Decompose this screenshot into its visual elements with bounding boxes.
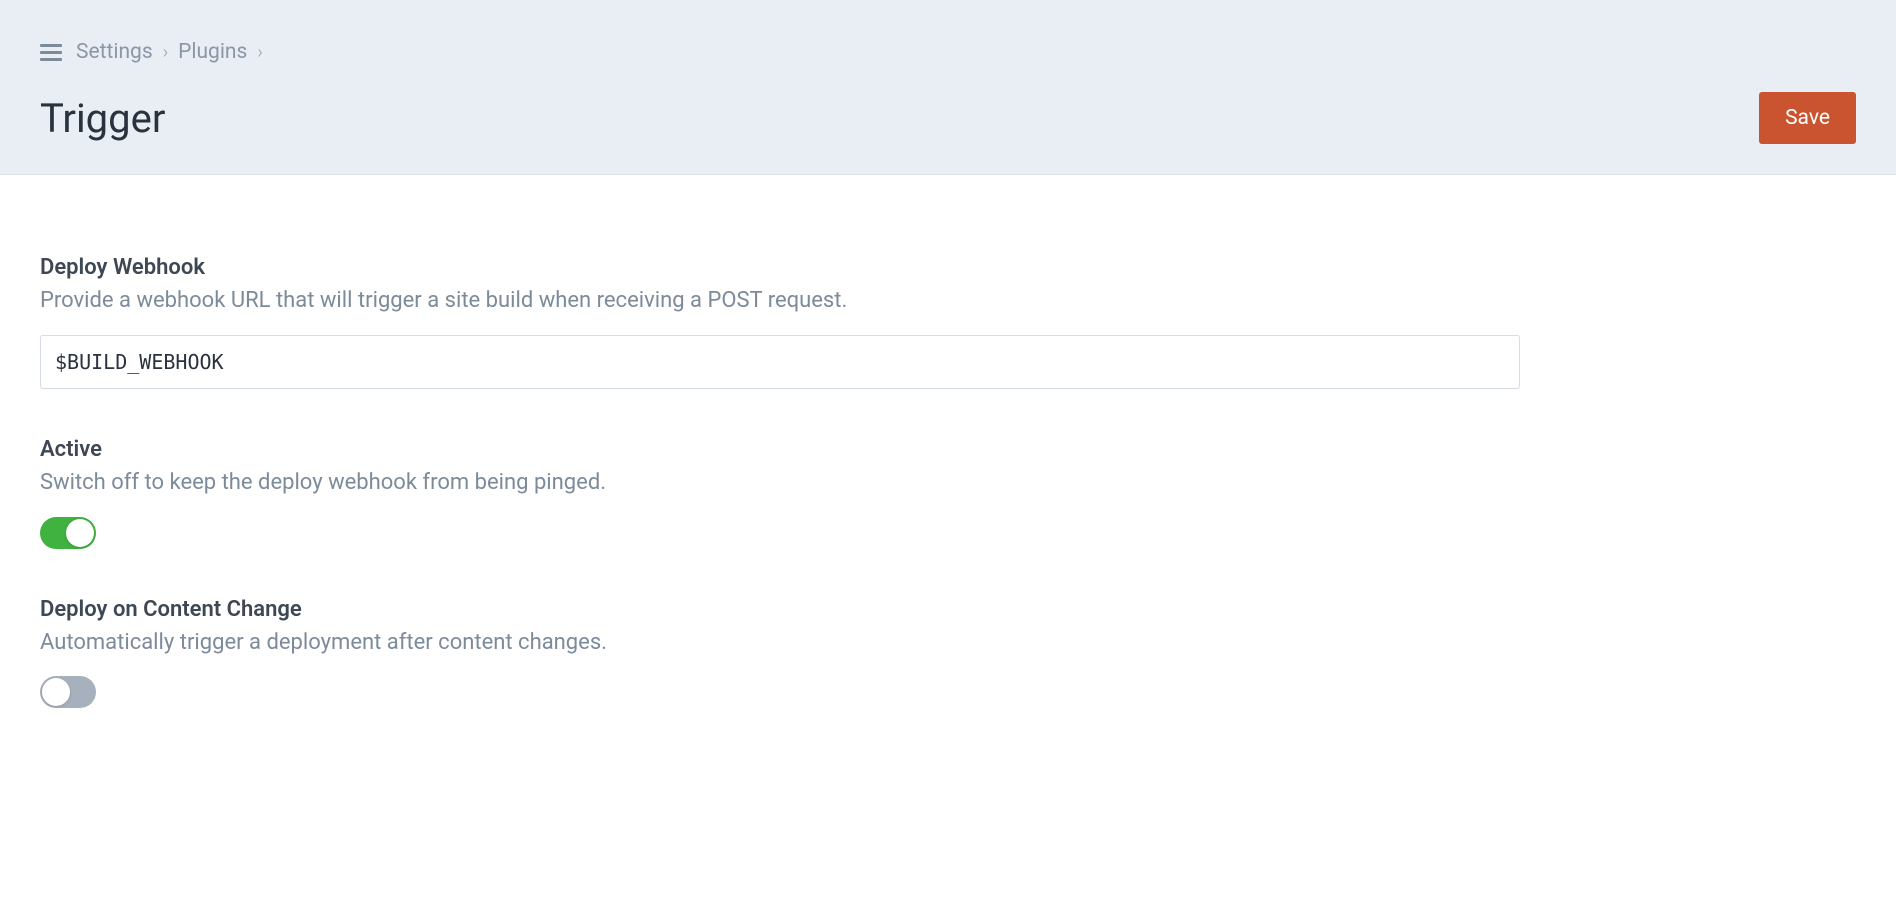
breadcrumb-row: Settings › Plugins › [40, 40, 1856, 64]
hamburger-menu-icon[interactable] [40, 42, 62, 63]
breadcrumb: Settings › Plugins › [76, 40, 263, 64]
breadcrumb-link-plugins[interactable]: Plugins [178, 40, 247, 64]
field-active: Active Switch off to keep the deploy web… [40, 437, 1520, 549]
field-description: Switch off to keep the deploy webhook fr… [40, 468, 1520, 499]
field-label: Active [40, 437, 1520, 462]
field-description: Provide a webhook URL that will trigger … [40, 286, 1520, 317]
deploy-webhook-input[interactable] [40, 335, 1520, 389]
field-description: Automatically trigger a deployment after… [40, 628, 1520, 659]
page-title: Trigger [40, 95, 165, 142]
toggle-knob [66, 519, 94, 547]
deploy-on-change-toggle[interactable] [40, 676, 96, 708]
breadcrumb-link-settings[interactable]: Settings [76, 40, 153, 64]
field-label: Deploy Webhook [40, 255, 1520, 280]
toggle-knob [42, 678, 70, 706]
field-label: Deploy on Content Change [40, 597, 1520, 622]
content-area: Deploy Webhook Provide a webhook URL tha… [0, 175, 1560, 796]
chevron-right-icon: › [163, 42, 168, 63]
field-deploy-on-content-change: Deploy on Content Change Automatically t… [40, 597, 1520, 709]
chevron-right-icon: › [257, 42, 262, 63]
page-header: Settings › Plugins › Trigger Save [0, 0, 1896, 175]
save-button[interactable]: Save [1759, 92, 1856, 144]
field-deploy-webhook: Deploy Webhook Provide a webhook URL tha… [40, 255, 1520, 389]
active-toggle[interactable] [40, 517, 96, 549]
title-row: Trigger Save [40, 92, 1856, 144]
